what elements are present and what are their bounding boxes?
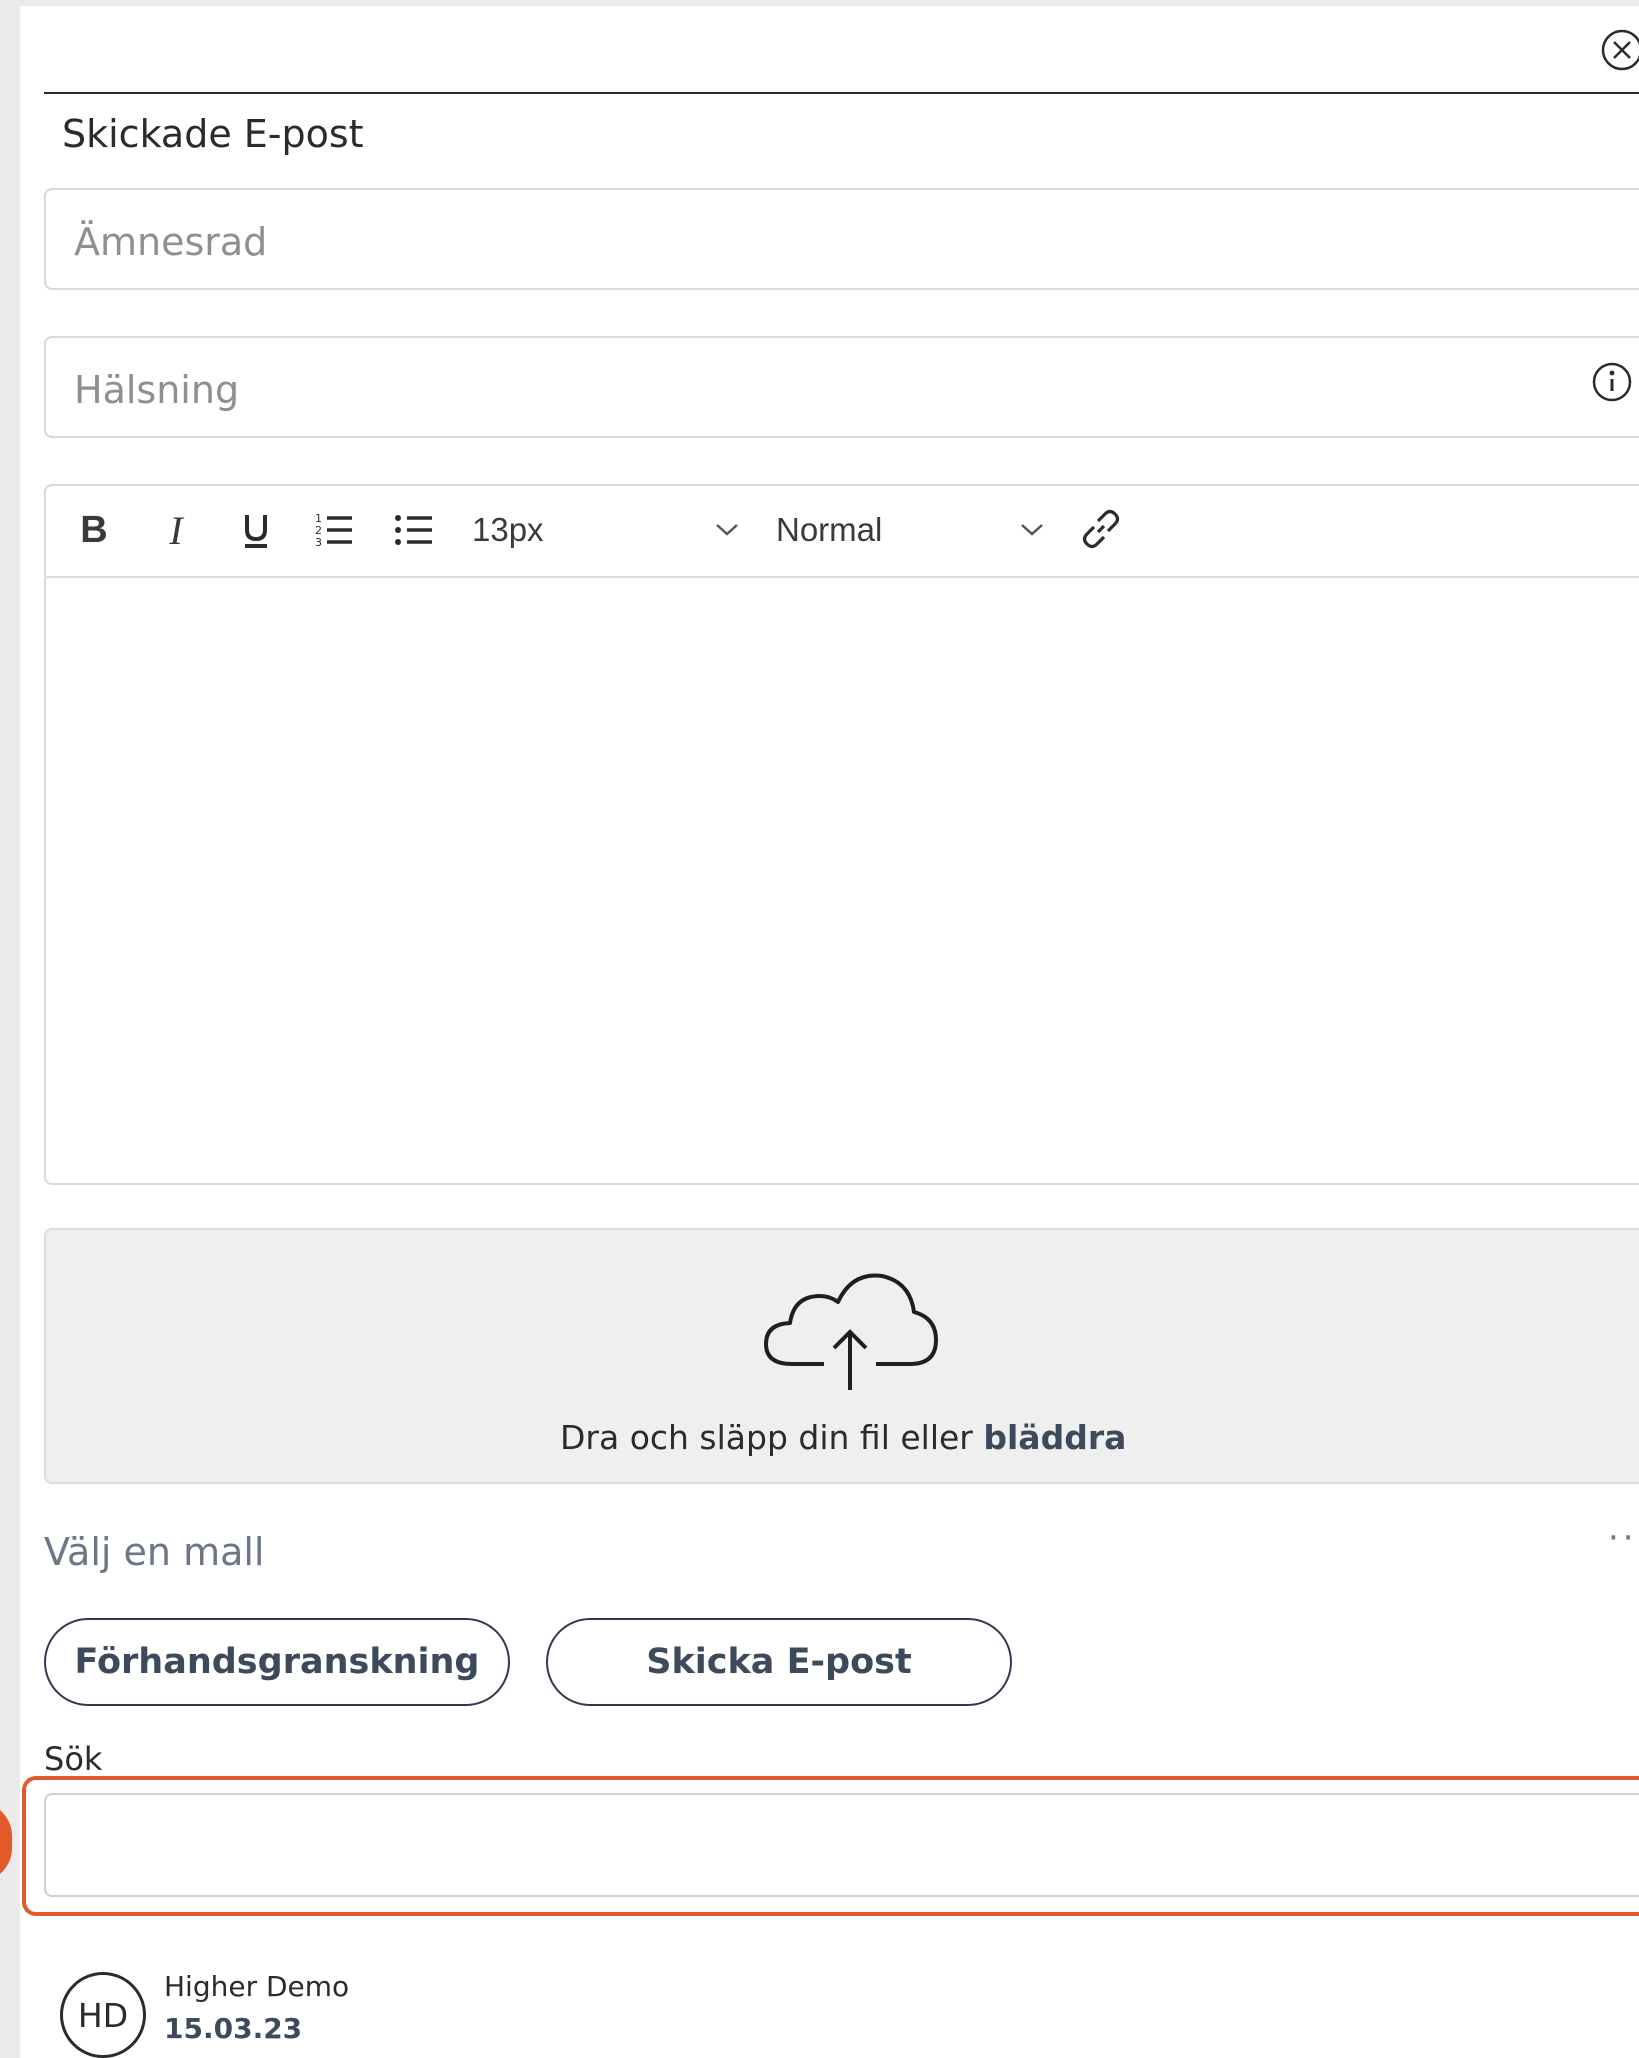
message-editor[interactable] xyxy=(44,484,1639,1185)
link-icon[interactable] xyxy=(1078,506,1124,552)
info-icon[interactable] xyxy=(1590,360,1634,404)
header-divider xyxy=(44,92,1639,94)
search-label: Sök xyxy=(44,1740,103,1778)
step-marker xyxy=(0,1802,12,1882)
page-title: Skickade E-post xyxy=(62,112,364,156)
send-email-button[interactable]: Skicka E-post xyxy=(546,1618,1012,1706)
svg-text:3: 3 xyxy=(315,536,322,549)
ordered-list-icon: 1 2 3 xyxy=(315,512,352,549)
browse-link[interactable]: bläddra xyxy=(983,1418,1126,1457)
underline-button[interactable] xyxy=(234,500,278,560)
more-options-icon[interactable]: ·· xyxy=(1608,1518,1638,1558)
bold-button[interactable]: B xyxy=(72,500,116,560)
subject-placeholder: Ämnesrad xyxy=(74,220,268,264)
chevron-down-icon[interactable] xyxy=(712,520,742,540)
history-date: 15.03.23 xyxy=(164,2012,303,2045)
close-icon[interactable] xyxy=(1600,28,1639,72)
greeting-field[interactable]: Hälsning xyxy=(44,336,1639,438)
font-size-select[interactable]: 13px xyxy=(472,500,592,560)
history-author: Higher Demo xyxy=(164,1970,350,2003)
chevron-down-icon[interactable] xyxy=(1017,520,1047,540)
underline-icon xyxy=(245,515,267,548)
toolbar-divider xyxy=(44,576,1639,578)
bullet-list-icon xyxy=(395,515,432,545)
search-input[interactable] xyxy=(44,1793,1639,1897)
avatar: HD xyxy=(60,1972,146,2058)
greeting-placeholder: Hälsning xyxy=(74,368,240,412)
cloud-upload-icon xyxy=(764,1273,938,1390)
dropzone-text: Dra och släpp din fil eller bläddra xyxy=(560,1418,1126,1457)
bullet-list-button[interactable] xyxy=(392,500,436,560)
preview-button[interactable]: Förhandsgranskning xyxy=(44,1618,510,1706)
text-style-select[interactable]: Normal xyxy=(776,500,936,560)
dropzone-instruction: Dra och släpp din fil eller xyxy=(560,1418,973,1457)
ordered-list-button[interactable]: 1 2 3 xyxy=(312,500,356,560)
italic-button[interactable]: I xyxy=(154,500,198,560)
template-select[interactable]: Välj en mall xyxy=(44,1530,265,1574)
subject-field[interactable]: Ämnesrad xyxy=(44,188,1639,290)
